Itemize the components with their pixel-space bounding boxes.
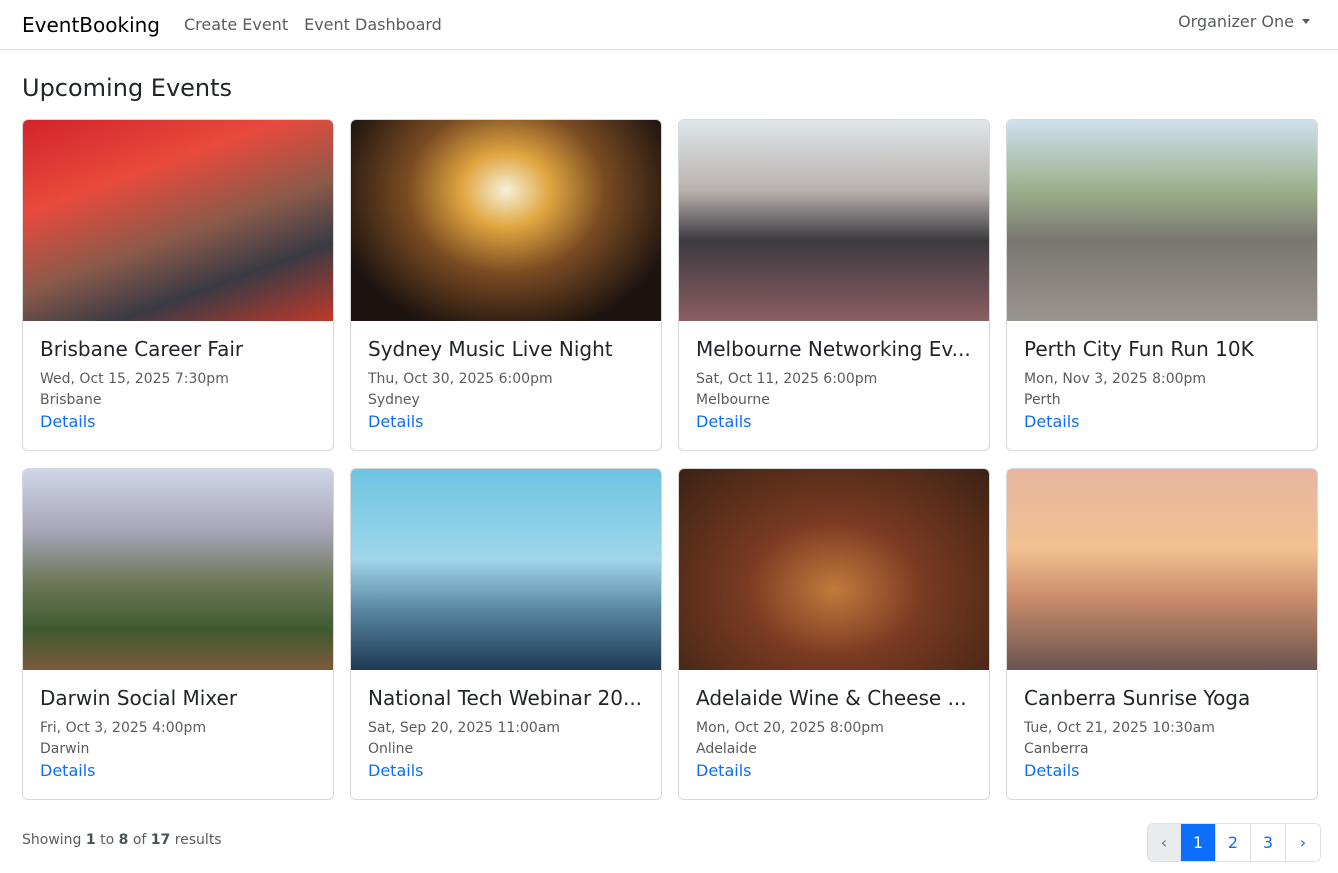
card-body: Sydney Music Live Night Thu, Oct 30, 202… <box>351 321 661 449</box>
results-to: 8 <box>118 832 129 848</box>
event-date: Sat, Oct 11, 2025 6:00pm <box>696 371 878 387</box>
card-body: Brisbane Career Fair Wed, Oct 15, 2025 7… <box>23 321 333 449</box>
results-total: 17 <box>150 832 171 848</box>
results-suffix: results <box>174 832 222 848</box>
results-summary: Showing 1 to 8 of 17 results <box>22 832 222 848</box>
details-link[interactable]: Details <box>1024 760 1300 782</box>
event-image <box>351 469 661 670</box>
details-link[interactable]: Details <box>696 411 972 433</box>
details-link[interactable]: Details <box>1024 411 1300 433</box>
user-name: Organizer One <box>1178 12 1294 31</box>
next-page-button[interactable]: › <box>1285 824 1320 861</box>
card-body: Perth City Fun Run 10K Mon, Nov 3, 2025 … <box>1007 321 1317 449</box>
event-location: Perth <box>1024 392 1061 408</box>
event-date: Mon, Oct 20, 2025 8:00pm <box>696 720 884 736</box>
event-location: Darwin <box>40 741 90 757</box>
event-card: Canberra Sunrise Yoga Tue, Oct 21, 2025 … <box>1006 468 1318 800</box>
event-card: Perth City Fun Run 10K Mon, Nov 3, 2025 … <box>1006 119 1318 451</box>
card-body: Darwin Social Mixer Fri, Oct 3, 2025 4:0… <box>23 670 333 798</box>
details-link[interactable]: Details <box>40 411 316 433</box>
page-1-button[interactable]: 1 <box>1180 824 1215 861</box>
event-image <box>23 120 333 321</box>
event-card: Sydney Music Live Night Thu, Oct 30, 202… <box>350 119 662 451</box>
event-title: Sydney Music Live Night <box>368 337 613 361</box>
event-title: Adelaide Wine & Cheese ... <box>696 686 967 710</box>
event-title: Brisbane Career Fair <box>40 337 244 361</box>
event-image <box>1007 120 1317 321</box>
page-title: Upcoming Events <box>22 74 233 102</box>
card-body: Adelaide Wine & Cheese ... Mon, Oct 20, … <box>679 670 989 798</box>
page-2-button[interactable]: 2 <box>1215 824 1250 861</box>
event-card: National Tech Webinar 20... Sat, Sep 20,… <box>350 468 662 800</box>
nav-create-event[interactable]: Create Event <box>184 15 288 34</box>
event-image <box>679 469 989 670</box>
event-location: Brisbane <box>40 392 102 408</box>
event-card: Brisbane Career Fair Wed, Oct 15, 2025 7… <box>22 119 334 451</box>
event-card: Darwin Social Mixer Fri, Oct 3, 2025 4:0… <box>22 468 334 800</box>
event-location: Sydney <box>368 392 420 408</box>
page-3-button[interactable]: 3 <box>1250 824 1285 861</box>
event-date: Tue, Oct 21, 2025 10:30am <box>1024 720 1215 736</box>
event-title: Darwin Social Mixer <box>40 686 238 710</box>
event-card: Adelaide Wine & Cheese ... Mon, Oct 20, … <box>678 468 990 800</box>
event-date: Sat, Sep 20, 2025 11:00am <box>368 720 561 736</box>
details-link[interactable]: Details <box>40 760 316 782</box>
event-date: Mon, Nov 3, 2025 8:00pm <box>1024 371 1207 387</box>
results-of-word: of <box>132 832 147 848</box>
user-menu[interactable]: Organizer One <box>1178 12 1310 31</box>
results-to-word: to <box>100 832 115 848</box>
card-body: Melbourne Networking Ev... Sat, Oct 11, … <box>679 321 989 449</box>
event-image <box>679 120 989 321</box>
results-from: 1 <box>85 832 96 848</box>
pagination: ‹ 1 2 3 › <box>1147 823 1321 862</box>
event-title: National Tech Webinar 20... <box>368 686 643 710</box>
card-body: Canberra Sunrise Yoga Tue, Oct 21, 2025 … <box>1007 670 1317 798</box>
event-location: Adelaide <box>696 741 757 757</box>
event-image <box>351 120 661 321</box>
event-image <box>23 469 333 670</box>
nav-event-dashboard[interactable]: Event Dashboard <box>304 15 442 34</box>
event-title: Melbourne Networking Ev... <box>696 337 971 361</box>
event-image <box>1007 469 1317 670</box>
event-date: Thu, Oct 30, 2025 6:00pm <box>368 371 553 387</box>
details-link[interactable]: Details <box>368 411 644 433</box>
event-location: Canberra <box>1024 741 1089 757</box>
event-date: Fri, Oct 3, 2025 4:00pm <box>40 720 207 736</box>
event-location: Melbourne <box>696 392 770 408</box>
details-link[interactable]: Details <box>696 760 972 782</box>
event-date: Wed, Oct 15, 2025 7:30pm <box>40 371 229 387</box>
results-prefix: Showing <box>22 832 82 848</box>
details-link[interactable]: Details <box>368 760 644 782</box>
event-location: Online <box>368 741 414 757</box>
event-title: Perth City Fun Run 10K <box>1024 337 1254 361</box>
navbar: EventBooking Create Event Event Dashboar… <box>0 0 1338 50</box>
event-title: Canberra Sunrise Yoga <box>1024 686 1251 710</box>
caret-down-icon <box>1302 19 1310 24</box>
card-body: National Tech Webinar 20... Sat, Sep 20,… <box>351 670 661 798</box>
event-grid: Brisbane Career Fair Wed, Oct 15, 2025 7… <box>22 119 1318 800</box>
event-card: Melbourne Networking Ev... Sat, Oct 11, … <box>678 119 990 451</box>
prev-page-button[interactable]: ‹ <box>1148 824 1180 861</box>
brand-link[interactable]: EventBooking <box>22 13 160 37</box>
